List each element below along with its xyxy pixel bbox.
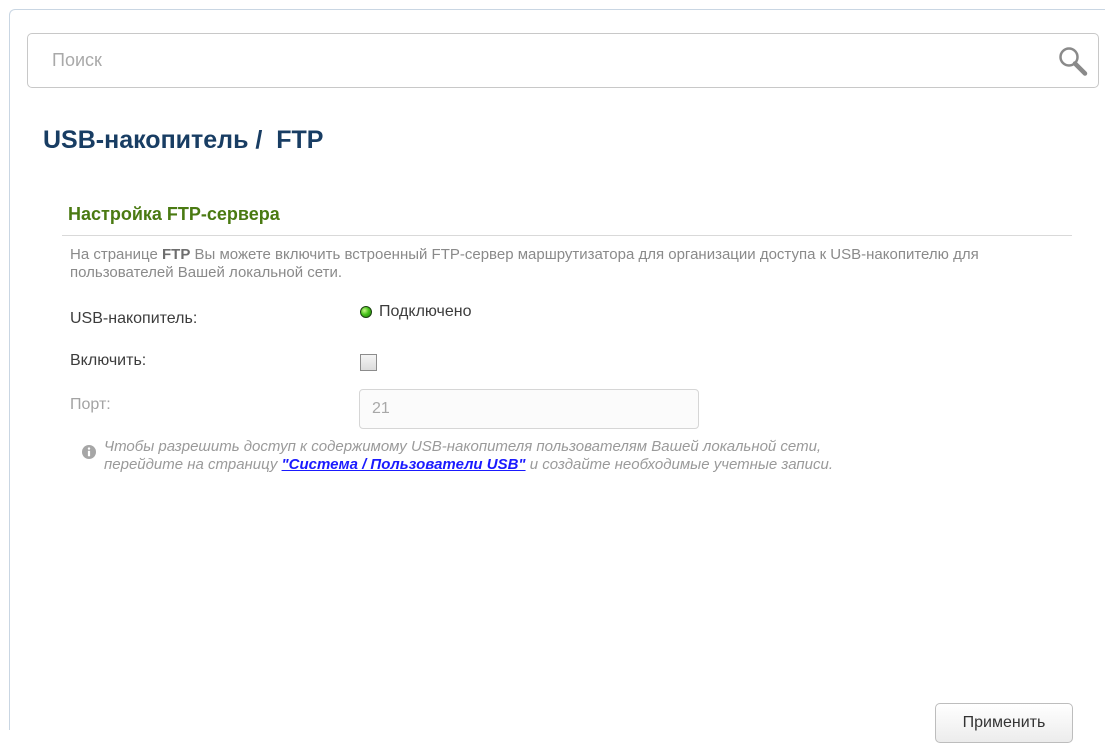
usb-users-link[interactable]: "Система / Пользователи USB" <box>282 456 526 473</box>
help-note: Чтобы разрешить доступ к содержимому USB… <box>104 438 884 474</box>
section-description: На странице FTP Вы можете включить встро… <box>70 246 1060 282</box>
content-frame <box>9 9 1105 730</box>
description-bold: FTP <box>162 246 191 263</box>
port-label: Порт: <box>70 396 111 413</box>
search-box[interactable] <box>27 33 1099 88</box>
page-title: USB-накопитель / FTP <box>43 126 324 154</box>
enable-checkbox[interactable] <box>360 354 377 371</box>
section-title: Настройка FTP-сервера <box>68 204 280 224</box>
search-icon[interactable] <box>1056 45 1090 79</box>
description-rest: Вы можете включить встроенный FTP-сервер… <box>70 246 979 281</box>
usb-status-text: Подключено <box>379 303 472 320</box>
usb-label: USB-накопитель: <box>70 310 198 327</box>
apply-button[interactable]: Применить <box>935 703 1073 743</box>
note-text-after: и создайте необходимые учетные записи. <box>525 456 834 473</box>
description-prefix: На странице <box>70 246 162 263</box>
enable-label: Включить: <box>70 352 147 369</box>
search-input[interactable] <box>28 34 1008 87</box>
status-led-icon <box>360 306 372 318</box>
port-input[interactable] <box>359 389 699 429</box>
info-icon <box>82 445 96 459</box>
section-divider <box>62 235 1072 236</box>
usb-status: Подключено <box>360 303 472 321</box>
